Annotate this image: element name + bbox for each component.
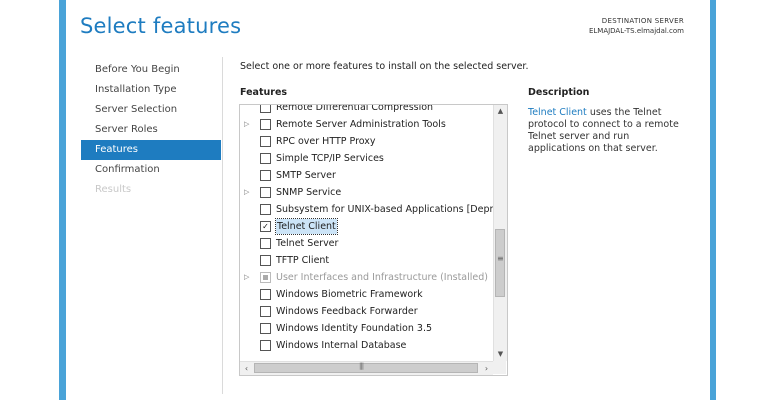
feature-label: Subsystem for UNIX-based Applications [D… [276, 204, 493, 215]
feature-checkbox[interactable] [260, 323, 271, 334]
feature-row[interactable]: Windows Feedback Forwarder [240, 303, 493, 320]
destination-server-info: DESTINATION SERVER ELMAJDAL-TS.elmajdal.… [589, 16, 684, 36]
features-heading: Features [240, 87, 288, 98]
vertical-scrollbar[interactable]: ▲ ▼ [493, 105, 507, 361]
feature-label: Windows Internal Database [276, 340, 407, 351]
feature-row[interactable]: SMTP Server [240, 167, 493, 184]
nav-item-server-roles[interactable]: Server Roles [81, 120, 221, 140]
feature-label: SMTP Server [276, 170, 336, 181]
feature-checkbox[interactable] [260, 170, 271, 181]
feature-row[interactable]: TFTP Client [240, 252, 493, 269]
feature-label: Windows Feedback Forwarder [276, 306, 418, 317]
feature-checkbox-checked[interactable]: ✓ [260, 221, 271, 232]
feature-label: Simple TCP/IP Services [276, 153, 384, 164]
scroll-right-arrow-icon[interactable]: › [480, 362, 493, 375]
description-link[interactable]: Telnet Client [528, 107, 587, 118]
feature-row[interactable]: RPC over HTTP Proxy [240, 133, 493, 150]
nav-item-results: Results [95, 184, 132, 195]
feature-checkbox[interactable] [260, 306, 271, 317]
scroll-up-arrow-icon[interactable]: ▲ [494, 105, 507, 118]
horizontal-scroll-thumb[interactable] [254, 362, 478, 373]
nav-item-installation-type[interactable]: Installation Type [81, 80, 221, 100]
feature-checkbox[interactable] [260, 272, 271, 283]
feature-label: SNMP Service [276, 187, 342, 198]
scroll-down-arrow-icon[interactable]: ▼ [494, 348, 507, 361]
feature-row[interactable]: Simple TCP/IP Services [240, 150, 493, 167]
window-right-border [710, 0, 716, 400]
wizard-nav: Before You Begin Installation Type Server … [81, 60, 221, 200]
feature-row[interactable]: ▷ Remote Server Administration Tools [240, 116, 493, 133]
feature-label: Telnet Server [276, 238, 339, 249]
feature-label: Remote Server Administration Tools [276, 119, 446, 130]
feature-label: RPC over HTTP Proxy [276, 136, 376, 147]
feature-checkbox[interactable] [260, 289, 271, 300]
feature-checkbox[interactable] [260, 204, 271, 215]
feature-row[interactable]: Subsystem for UNIX-based Applications [D… [240, 201, 493, 218]
expand-arrow-icon[interactable]: ▷ [244, 116, 249, 133]
feature-checkbox[interactable] [260, 105, 271, 113]
feature-row[interactable]: Windows Internal Database [240, 337, 493, 354]
description-text: Telnet Client uses the Telnet protocol t… [528, 107, 688, 155]
feature-label: Windows Identity Foundation 3.5 [276, 323, 433, 334]
scroll-left-arrow-icon[interactable]: ‹ [240, 362, 253, 375]
feature-row[interactable]: Telnet Server [240, 235, 493, 252]
feature-row[interactable]: Remote Differential Compression [240, 105, 493, 116]
expand-arrow-icon[interactable]: ▷ [244, 184, 249, 201]
scrollbar-corner [493, 361, 506, 374]
expand-arrow-icon[interactable]: ▷ [244, 269, 249, 286]
feature-row[interactable]: Windows Biometric Framework [240, 286, 493, 303]
feature-checkbox[interactable] [260, 238, 271, 249]
destination-server-label: DESTINATION SERVER [601, 17, 684, 25]
feature-checkbox[interactable] [260, 153, 271, 164]
nav-divider [222, 57, 223, 394]
feature-checkbox[interactable] [260, 187, 271, 198]
nav-item-server-selection[interactable]: Server Selection [81, 100, 221, 120]
feature-checkbox[interactable] [260, 340, 271, 351]
instruction-text: Select one or more features to install o… [240, 61, 529, 72]
feature-label: Remote Differential Compression [276, 105, 434, 113]
feature-label: Telnet Client [275, 218, 338, 235]
features-list: Remote Differential Compression ▷ Remote S… [240, 105, 493, 361]
vertical-scroll-thumb[interactable] [495, 229, 505, 297]
destination-server-name: ELMAJDAL-TS.elmajdal.com [588, 27, 684, 35]
features-listbox[interactable]: Remote Differential Compression ▷ Remote S… [239, 104, 508, 376]
feature-row[interactable]: Windows Identity Foundation 3.5 [240, 320, 493, 337]
window-left-border [59, 0, 66, 400]
horizontal-scrollbar[interactable]: ‹ › [240, 361, 493, 375]
nav-item-before-you-begin[interactable]: Before You Begin [81, 60, 221, 80]
feature-checkbox[interactable] [260, 136, 271, 147]
feature-checkbox[interactable] [260, 255, 271, 266]
nav-item-features[interactable]: Features [81, 140, 221, 160]
feature-label: TFTP Client [276, 255, 330, 266]
page-title: Select features [80, 14, 242, 38]
feature-row[interactable]: ✓ Telnet Client [240, 218, 493, 235]
feature-label: Windows Biometric Framework [276, 289, 423, 300]
feature-label: User Interfaces and Infrastructure (Inst… [276, 272, 488, 283]
description-heading: Description [528, 87, 590, 98]
feature-row[interactable]: ▷ SNMP Service [240, 184, 493, 201]
feature-row[interactable]: ▷ User Interfaces and Infrastructure (Ins… [240, 269, 493, 286]
nav-item-confirmation[interactable]: Confirmation [81, 160, 221, 180]
feature-checkbox[interactable] [260, 119, 271, 130]
